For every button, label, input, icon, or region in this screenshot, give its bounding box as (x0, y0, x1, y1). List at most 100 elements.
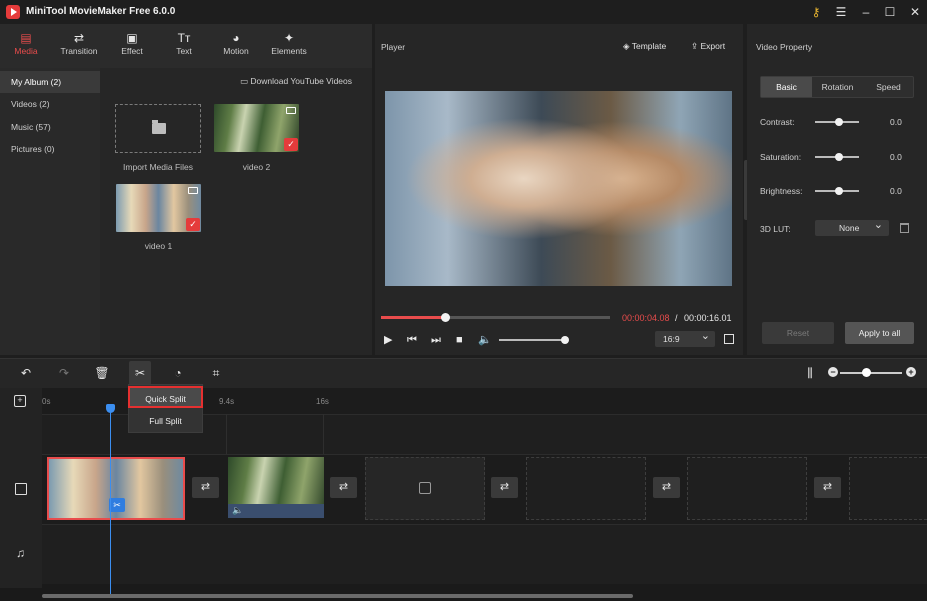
full-split-menu-item[interactable]: Full Split (128, 410, 203, 432)
volume-slider[interactable] (499, 339, 565, 341)
speed-icon[interactable]: ◔ (170, 366, 186, 380)
import-icon (419, 482, 431, 494)
transition-slot-button[interactable]: ⇄ (653, 477, 680, 498)
undo-icon[interactable]: ↶ (18, 366, 34, 380)
playhead[interactable] (110, 406, 111, 596)
tab-transition[interactable]: ⇄ Transition (55, 30, 103, 56)
stop-icon[interactable]: ■ (456, 333, 463, 347)
redo-icon[interactable]: ↷ (56, 366, 72, 380)
brightness-value: 0.0 (890, 186, 902, 196)
saturation-value: 0.0 (890, 152, 902, 162)
horizontal-scrollbar[interactable] (42, 594, 633, 598)
drop-media-slot[interactable] (365, 457, 485, 520)
saturation-knob[interactable] (835, 153, 843, 161)
progress-fill (381, 316, 445, 319)
music-track-icon: ♫ (16, 546, 25, 560)
export-button[interactable]: ⇪ Export (691, 41, 725, 52)
tab-media[interactable]: ▤ Media (2, 30, 50, 56)
brightness-knob[interactable] (835, 187, 843, 195)
elements-icon: ✦ (283, 31, 295, 45)
tab-rotation[interactable]: Rotation (812, 77, 863, 97)
nav-videos[interactable]: Videos (2) (0, 93, 100, 115)
close-icon[interactable]: ✕ (905, 4, 925, 20)
audio-track[interactable] (42, 524, 927, 584)
previous-frame-icon[interactable]: ⏮ (407, 333, 417, 347)
property-title: Video Property (756, 42, 813, 52)
nav-music[interactable]: Music (57) (0, 116, 100, 138)
play-icon[interactable]: ▶ (384, 333, 392, 347)
lut-select[interactable]: None (815, 217, 889, 236)
fullscreen-icon[interactable] (724, 334, 734, 344)
reset-button[interactable]: Reset (762, 322, 834, 344)
contrast-value: 0.0 (890, 117, 902, 127)
empty-clip-slot[interactable] (849, 457, 927, 520)
empty-clip-slot[interactable] (687, 457, 807, 520)
media-thumb-video-1[interactable]: ✓ (116, 184, 201, 232)
tab-effect[interactable]: ▣ Effect (108, 30, 156, 56)
lut-label: 3D LUT: (760, 224, 791, 234)
folder-icon (152, 120, 166, 134)
zoom-out-icon[interactable]: − (828, 367, 838, 377)
clip-boundary-line (226, 414, 227, 454)
layers-icon: ◈ (623, 41, 632, 51)
media-label-video-1: video 1 (144, 241, 173, 251)
media-thumb-video-2[interactable]: ✓ (214, 104, 299, 152)
transition-icon: ⇄ (73, 31, 85, 45)
player-title: Player (381, 42, 406, 52)
delete-icon[interactable]: 🗑 (94, 366, 110, 380)
transition-slot-button[interactable]: ⇄ (330, 477, 357, 498)
volume-knob[interactable] (561, 336, 569, 344)
import-label: Import Media Files (123, 162, 193, 172)
aspect-ratio-select[interactable]: 16:9 (655, 328, 715, 347)
trash-icon[interactable] (900, 223, 909, 233)
tick-label: 0s (42, 397, 51, 406)
add-track-icon[interactable]: + (14, 395, 26, 407)
transition-slot-button[interactable]: ⇄ (491, 477, 518, 498)
tick-label: 16s (316, 397, 329, 406)
empty-clip-slot[interactable] (526, 457, 646, 520)
video-camera-icon (286, 107, 296, 114)
volume-icon[interactable]: 🔈 (478, 333, 492, 347)
nav-pictures[interactable]: Pictures (0) (0, 138, 100, 160)
clip-audio-bar: 🔈 (228, 504, 324, 518)
checked-icon: ✓ (186, 218, 200, 231)
tab-motion[interactable]: ◕ Motion (212, 30, 260, 56)
tab-speed[interactable]: Speed (863, 77, 914, 97)
split-marker-icon[interactable]: ✂ (109, 498, 125, 512)
key-icon[interactable]: ⚷ (806, 4, 826, 20)
media-label-video-2: video 2 (242, 162, 271, 172)
maximize-icon[interactable]: ☐ (880, 4, 900, 20)
transition-slot-button[interactable]: ⇄ (814, 477, 841, 498)
tick-label: 9.4s (219, 397, 235, 406)
nav-my-album[interactable]: My Album (2) (0, 71, 100, 93)
transition-slot-button[interactable]: ⇄ (192, 477, 219, 498)
import-media-button[interactable] (115, 104, 201, 153)
zoom-slider[interactable] (840, 372, 902, 374)
next-frame-icon[interactable]: ⏭ (431, 333, 441, 347)
quick-split-menu-item[interactable]: Quick Split (128, 386, 203, 408)
tab-elements[interactable]: ✦ Elements (265, 30, 313, 56)
zoom-knob[interactable] (862, 368, 871, 377)
progress-knob[interactable] (441, 313, 450, 322)
minimize-icon[interactable]: – (856, 4, 876, 20)
text-icon: Tт (177, 31, 191, 45)
effect-icon: ▣ (126, 31, 138, 45)
zoom-in-icon[interactable]: + (906, 367, 916, 377)
playhead-handle[interactable] (106, 404, 115, 413)
contrast-knob[interactable] (835, 118, 843, 126)
apply-to-all-button[interactable]: Apply to all (845, 322, 914, 344)
menu-icon[interactable]: ☰ (831, 4, 851, 20)
speaker-icon: 🔈 (232, 505, 244, 515)
template-button[interactable]: ◈ Template (623, 41, 666, 52)
scissors-icon[interactable]: ✂ (132, 366, 148, 380)
tab-text[interactable]: Tт Text (160, 30, 208, 56)
total-time: 00:00:16.01 (684, 313, 732, 323)
crop-icon[interactable]: ⌗ (208, 366, 224, 380)
video-preview[interactable] (385, 91, 732, 286)
tab-basic[interactable]: Basic (761, 77, 812, 97)
fit-timeline-icon[interactable]: ⫼ (802, 366, 818, 380)
media-icon: ▤ (20, 31, 32, 45)
download-youtube-button[interactable]: ▭ Download YouTube Videos (240, 76, 352, 87)
youtube-icon: ▭ (240, 76, 251, 86)
video-track-icon (15, 483, 27, 495)
